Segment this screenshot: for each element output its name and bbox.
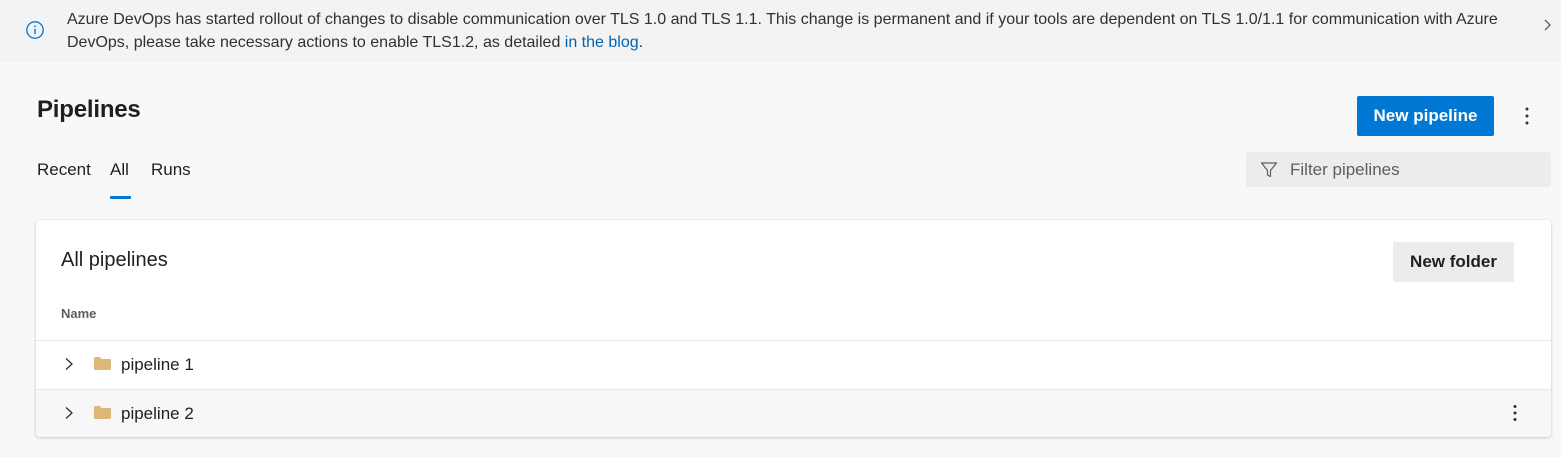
tls-banner: Azure DevOps has started rollout of chan…	[0, 0, 1561, 62]
folder-icon	[94, 406, 111, 419]
tab-runs[interactable]: Runs	[151, 160, 191, 180]
info-icon	[26, 21, 44, 39]
pipeline-folder-name[interactable]: pipeline 2	[121, 404, 194, 424]
banner-message: Azure DevOps has started rollout of chan…	[67, 8, 1537, 54]
page-title: Pipelines	[37, 96, 141, 123]
pipelines-card: All pipelines New folder Name pipeline 1…	[36, 220, 1551, 437]
chevron-right-icon[interactable]	[62, 357, 76, 371]
banner-text: Azure DevOps has started rollout of chan…	[67, 11, 1498, 51]
folder-icon	[94, 357, 111, 370]
new-folder-button[interactable]: New folder	[1393, 242, 1514, 282]
tab-all[interactable]: All	[110, 160, 129, 180]
table-row[interactable]: pipeline 2	[36, 389, 1551, 437]
table-row[interactable]: pipeline 1	[36, 340, 1551, 388]
more-vertical-icon[interactable]	[1515, 104, 1539, 128]
tab-recent[interactable]: Recent	[37, 160, 91, 180]
chevron-right-icon[interactable]	[62, 406, 76, 420]
filter-box[interactable]	[1246, 152, 1551, 187]
more-vertical-icon[interactable]	[1504, 402, 1526, 424]
filter-pipelines-input[interactable]	[1290, 152, 1540, 187]
card-title: All pipelines	[61, 249, 168, 271]
chevron-right-icon[interactable]	[1541, 16, 1555, 34]
blog-link[interactable]: in the blog	[565, 34, 639, 51]
new-pipeline-button[interactable]: New pipeline	[1357, 96, 1494, 136]
filter-icon	[1260, 162, 1278, 178]
selected-tab-indicator	[110, 196, 131, 199]
pipeline-folder-name[interactable]: pipeline 1	[121, 355, 194, 375]
banner-suffix: .	[638, 34, 644, 51]
column-header-name: Name	[61, 306, 97, 321]
